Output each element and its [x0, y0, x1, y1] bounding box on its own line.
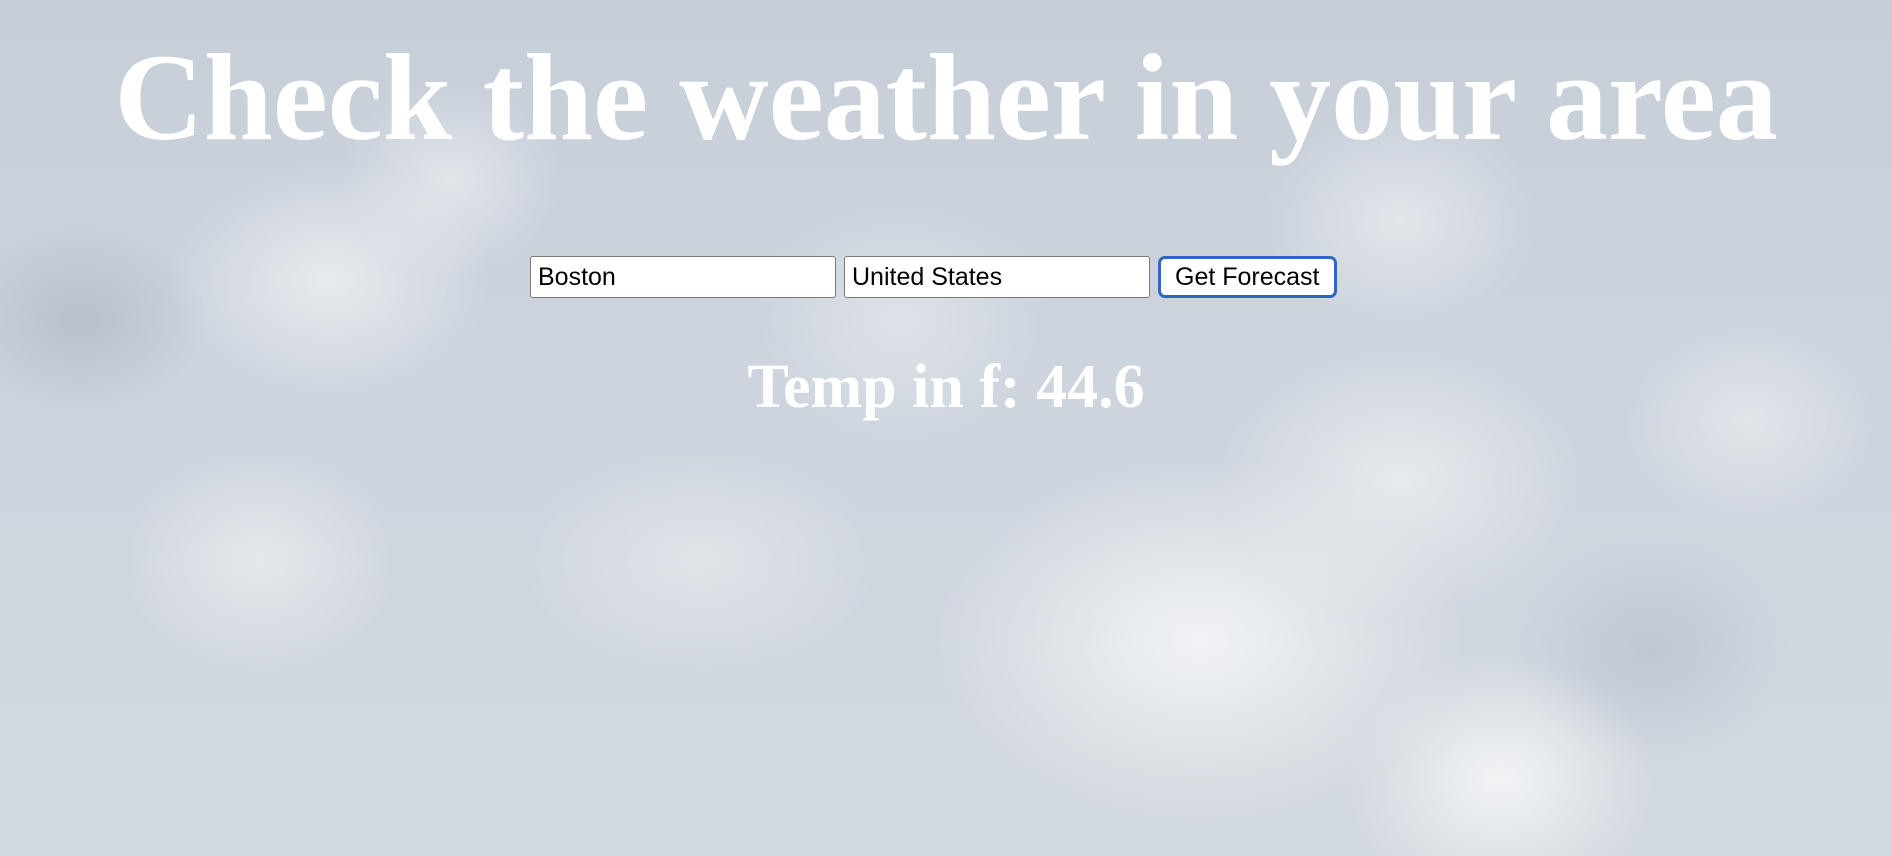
page-title: Check the weather in your area	[114, 29, 1778, 166]
get-forecast-button[interactable]: Get Forecast	[1158, 256, 1337, 298]
forecast-form: Boston United States Get Forecast	[530, 256, 1337, 298]
city-input[interactable]: Boston	[530, 256, 836, 298]
temperature-result: Temp in f: 44.6	[747, 353, 1145, 421]
country-input[interactable]: United States	[844, 256, 1150, 298]
